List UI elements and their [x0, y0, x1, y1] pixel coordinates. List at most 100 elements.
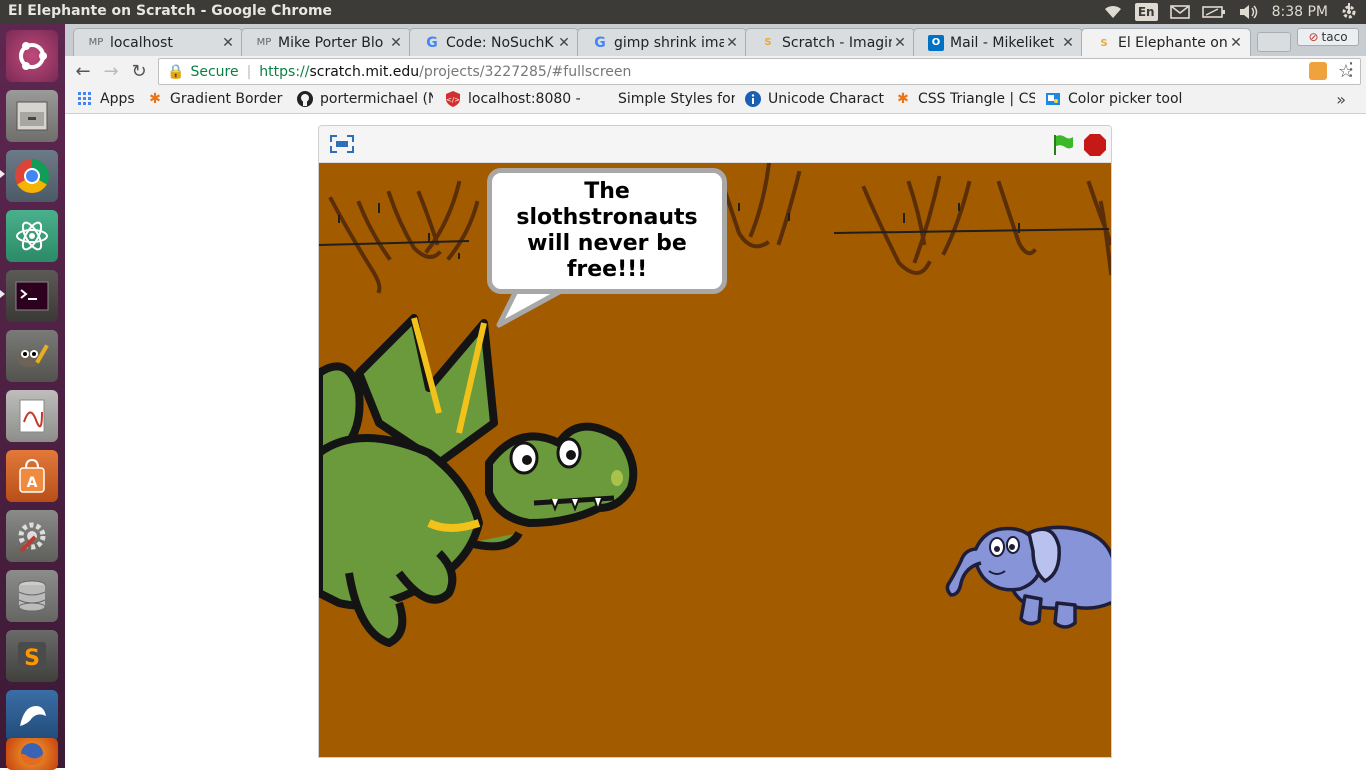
close-tab-icon[interactable]: ✕ [220, 35, 236, 51]
extension-icon[interactable] [1309, 62, 1327, 80]
tab-scratch-imagine[interactable]: S Scratch - Imagin ✕ [745, 28, 915, 56]
keyboard-language-indicator[interactable]: En [1134, 3, 1158, 21]
clock[interactable]: 8:38 PM [1272, 4, 1328, 20]
tab-favicon: MP [88, 37, 104, 48]
blank-icon [595, 91, 611, 107]
bookmark-portermichael[interactable]: portermichael (N [297, 91, 433, 107]
reload-icon[interactable]: ↻ [127, 60, 151, 82]
mysql-workbench-icon[interactable] [6, 690, 58, 742]
stop-icon[interactable] [1083, 133, 1107, 161]
bookmark-simple-styles[interactable]: Simple Styles for [595, 91, 735, 107]
running-indicator [0, 290, 5, 298]
address-bar[interactable]: 🔒 Secure | https://scratch.mit.edu/proje… [158, 58, 1361, 85]
tab-code-nosuchk[interactable]: G Code: NoSuchK ✕ [409, 28, 579, 56]
url-host: scratch.mit.edu [309, 63, 420, 80]
exit-fullscreen-icon[interactable] [329, 134, 355, 158]
bookmark-color-picker[interactable]: Color picker tool [1045, 91, 1185, 107]
green-flag-icon[interactable] [1051, 133, 1075, 161]
elephant-sprite[interactable] [945, 511, 1112, 631]
google-icon: G [426, 34, 438, 51]
lock-icon: 🔒 [167, 63, 185, 80]
bookmark-label: Apps [100, 91, 135, 107]
secure-label: Secure [190, 63, 239, 80]
bookmark-label: Simple Styles for [618, 91, 735, 107]
atom-icon[interactable] [6, 210, 58, 262]
close-tab-icon[interactable]: ✕ [892, 35, 908, 51]
outlook-icon: O [928, 34, 944, 51]
system-settings-icon[interactable] [6, 510, 58, 562]
software-center-icon[interactable]: A [6, 450, 58, 502]
tab-title: Code: NoSuchK [446, 34, 554, 51]
browser-toolbar: ← → ↻ 🔒 Secure | https://scratch.mit.edu… [65, 56, 1366, 86]
terminal-icon[interactable] [6, 270, 58, 322]
launcher: A S [0, 24, 65, 770]
bookmarks-bar: Apps ✱ Gradient Border portermichael (N … [65, 86, 1366, 114]
more-bookmarks-icon[interactable]: » [1336, 90, 1346, 109]
pdf-reader-icon[interactable] [6, 390, 58, 442]
apps-icon [77, 91, 93, 107]
tab-mike-porter-blog[interactable]: MP Mike Porter Blo ✕ [241, 28, 411, 56]
profile-name: taco [1321, 30, 1348, 44]
bookmark-css-triangle[interactable]: ✱ CSS Triangle | CS [895, 91, 1035, 107]
firefox-icon[interactable] [6, 738, 58, 770]
chrome-menu-icon[interactable]: ⋮ [1342, 61, 1360, 79]
system-gear-icon[interactable] [1340, 3, 1358, 21]
tab-title: gimp shrink ima [614, 34, 724, 51]
tab-title: Mike Porter Blo [278, 34, 384, 51]
tab-localhost[interactable]: MP localhost ✕ [73, 28, 243, 56]
profile-button[interactable]: ⊘ taco [1297, 28, 1359, 46]
close-tab-icon[interactable]: ✕ [724, 35, 740, 51]
window-title: El Elephante on Scratch - Google Chrome [8, 3, 333, 19]
sublime-text-icon[interactable]: S [6, 630, 58, 682]
url-scheme: https:// [259, 63, 310, 80]
tab-el-elephante[interactable]: S El Elephante on ✕ [1081, 28, 1251, 57]
mail-icon[interactable] [1169, 5, 1190, 19]
close-tab-icon[interactable]: ✕ [556, 35, 572, 51]
bookmark-label: Gradient Border [170, 91, 283, 107]
chrome-icon[interactable] [6, 150, 58, 202]
tab-mail[interactable]: O Mail - Mikeliket ✕ [913, 28, 1083, 56]
bookmark-label: localhost:8080 - ( [468, 91, 585, 107]
bookmark-apps[interactable]: Apps [77, 91, 137, 107]
system-tray: En 8:38 PM [1103, 0, 1366, 24]
tab-favicon: MP [256, 37, 272, 48]
files-icon[interactable] [6, 90, 58, 142]
close-tab-icon[interactable]: ✕ [388, 35, 404, 51]
forward-icon[interactable]: → [99, 60, 123, 82]
google-icon: G [594, 34, 606, 51]
dragon-sprite[interactable] [319, 313, 649, 653]
wifi-icon[interactable] [1103, 4, 1123, 20]
bookmark-label: portermichael (N [320, 91, 433, 107]
close-tab-icon[interactable]: ✕ [1060, 35, 1076, 51]
tab-title: Scratch - Imagin [782, 34, 892, 51]
scratch-stage[interactable]: The slothstronauts will never be free!!! [319, 163, 1112, 757]
bookmark-gradient-border[interactable]: ✱ Gradient Border [147, 91, 285, 107]
battery-icon[interactable] [1201, 5, 1226, 19]
info-icon [745, 91, 761, 107]
tab-title: Mail - Mikeliket [950, 34, 1055, 51]
scratch-icon: S [764, 37, 772, 48]
tab-title: localhost [110, 34, 173, 51]
player-controls-bar [319, 126, 1111, 163]
tab-gimp-shrink[interactable]: G gimp shrink ima ✕ [577, 28, 747, 56]
bookmark-unicode-characters[interactable]: Unicode Charact [745, 91, 885, 107]
asterisk-icon: ✱ [149, 91, 161, 107]
speech-bubble: The slothstronauts will never be free!!! [487, 168, 727, 294]
volume-icon[interactable] [1238, 4, 1260, 20]
tab-strip: MP localhost ✕ MP Mike Porter Blo ✕ G Co… [65, 24, 1366, 57]
new-tab-button[interactable] [1257, 32, 1291, 52]
close-tab-icon[interactable]: ✕ [1228, 35, 1244, 51]
bookmark-label: CSS Triangle | CS [918, 91, 1035, 107]
svg-text:</>: </> [446, 96, 460, 104]
back-icon[interactable]: ← [71, 60, 95, 82]
ubuntu-dash-icon[interactable] [6, 30, 58, 82]
gimp-icon[interactable] [6, 330, 58, 382]
profile-icon: ⊘ [1308, 30, 1319, 44]
shield-icon: </> [445, 91, 461, 107]
database-icon[interactable] [6, 570, 58, 622]
running-indicator [0, 170, 5, 178]
bookmark-localhost-8080[interactable]: </> localhost:8080 - ( [445, 91, 585, 107]
asterisk-icon: ✱ [897, 91, 909, 107]
system-top-panel: El Elephante on Scratch - Google Chrome … [0, 0, 1366, 24]
bookmark-label: Unicode Charact [768, 91, 884, 107]
